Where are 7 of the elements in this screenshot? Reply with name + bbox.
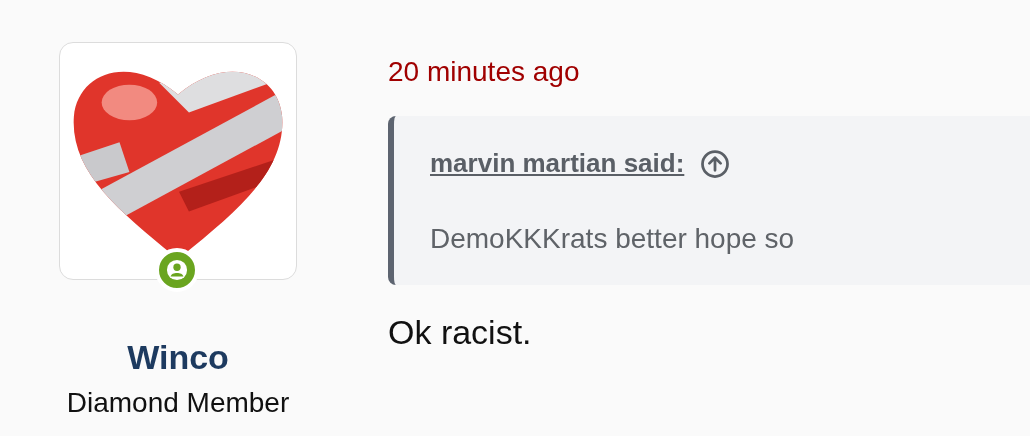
username[interactable]: Winco [127,338,229,377]
post-body: Ok racist. [388,313,533,352]
quote-text: DemoKKKrats better hope so [430,223,796,255]
arrow-up-circle-icon[interactable] [700,148,731,179]
post-time[interactable]: 20 minutes ago [388,56,1030,88]
quote-author-link[interactable]: marvin martian said: [430,148,685,179]
user-title: Diamond Member [66,387,290,419]
